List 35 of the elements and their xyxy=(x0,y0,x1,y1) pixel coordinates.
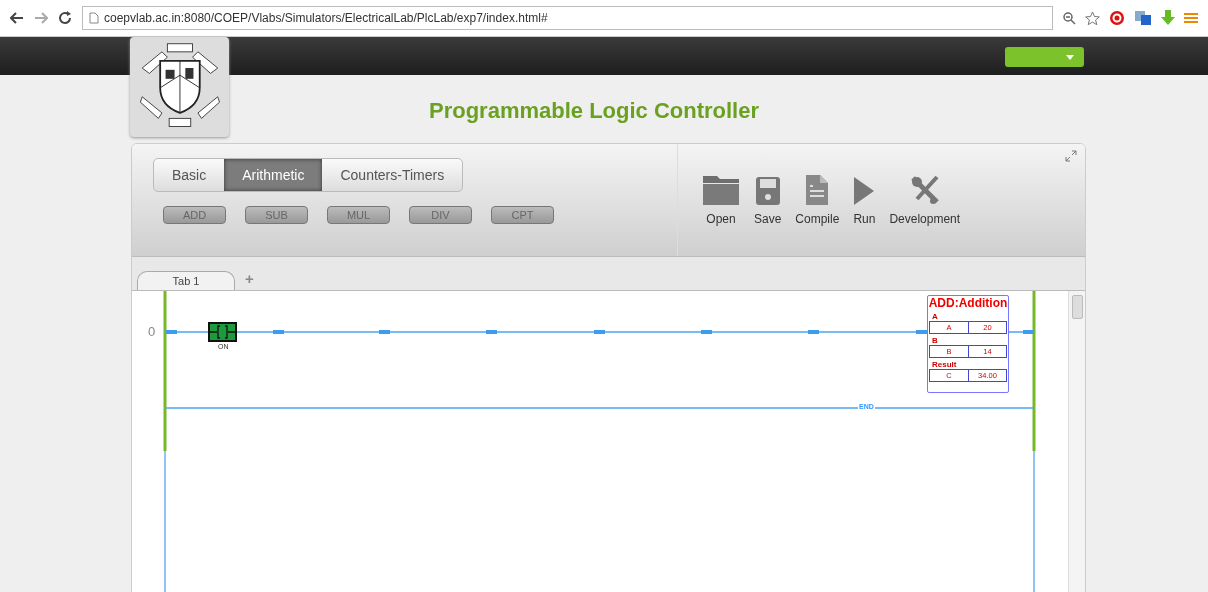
parameter-label: B xyxy=(932,336,939,345)
category-tab[interactable]: Arithmetic xyxy=(224,159,323,191)
toolbar-button[interactable]: Open xyxy=(702,170,740,226)
contact-symbol[interactable] xyxy=(208,322,237,342)
page-title: Programmable Logic Controller xyxy=(428,98,760,123)
parameter-label: Result xyxy=(932,360,958,369)
toolbar-button[interactable]: Compile xyxy=(795,170,840,226)
parameter-label: A xyxy=(932,312,939,321)
toolbar-button[interactable]: Save xyxy=(754,170,782,226)
back-icon[interactable] xyxy=(10,12,24,24)
url-text: coepvlab.ac.in:8080/COEP/Vlabs/Simulators/ElectricalLab/PlcLab/exp7/index.html# xyxy=(104,11,548,25)
category-tab[interactable]: Basic xyxy=(154,159,225,191)
folder-icon xyxy=(702,174,740,206)
rung-number: 0 xyxy=(148,324,156,339)
play-icon xyxy=(853,176,876,206)
expand-icon[interactable] xyxy=(1065,150,1077,162)
stop-sign-icon[interactable] xyxy=(1109,10,1125,26)
sheet-tab[interactable]: Tab 1 xyxy=(137,271,235,290)
category-tab[interactable]: Counters-Timers xyxy=(322,159,463,191)
zoom-icon[interactable] xyxy=(1063,11,1076,25)
scrollbar[interactable] xyxy=(1068,291,1085,592)
menu-icon[interactable] xyxy=(1184,12,1198,24)
reload-icon[interactable] xyxy=(58,11,72,25)
caret-icon xyxy=(1066,54,1074,60)
star-icon[interactable] xyxy=(1085,11,1100,25)
forward-icon[interactable] xyxy=(34,12,48,24)
address-bar[interactable]: coepvlab.ac.in:8080/COEP/Vlabs/Simulators/ElectricalLab/PlcLab/exp7/index.html# xyxy=(82,6,1053,30)
block-title: ADD:Addition xyxy=(928,296,1008,310)
page-icon xyxy=(89,12,99,24)
tools-icon xyxy=(908,174,941,206)
toolbar-button[interactable]: Development xyxy=(889,170,961,226)
translate-icon[interactable] xyxy=(1134,10,1152,26)
binary-document-icon xyxy=(805,174,830,206)
download-icon[interactable] xyxy=(1161,10,1175,26)
toolbar-button[interactable]: Run xyxy=(853,170,876,226)
